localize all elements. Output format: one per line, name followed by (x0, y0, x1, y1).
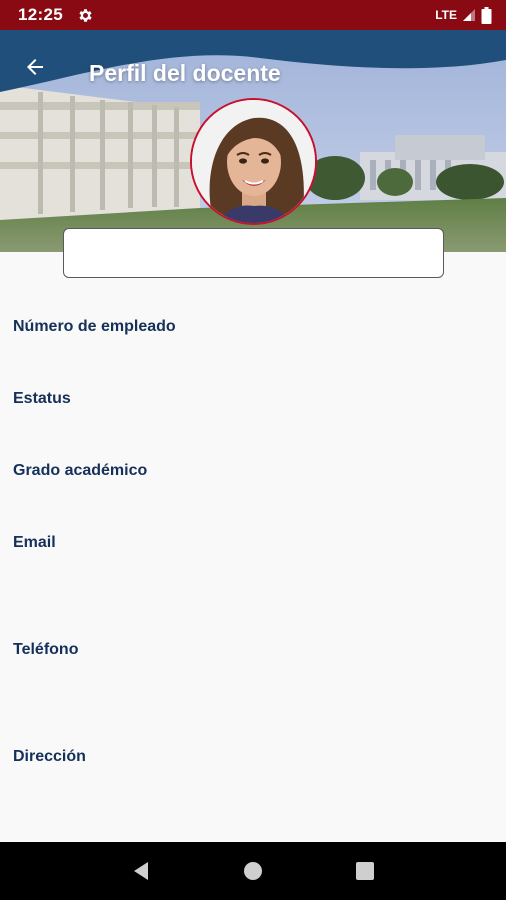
address-label: Dirección (13, 748, 86, 765)
academic-degree-label: Grado académico (13, 462, 148, 479)
page-title: Perfil del docente (89, 60, 281, 86)
nav-recents-button[interactable] (345, 851, 385, 891)
avatar (190, 98, 317, 225)
employee-number-label: Número de empleado (13, 318, 176, 335)
nav-back-button[interactable] (121, 851, 161, 891)
recents-square-icon (356, 862, 374, 880)
home-circle-icon (244, 862, 262, 880)
network-type: LTE (435, 8, 457, 22)
screen: 12:25 LTE Perfil del docente Número de e… (0, 0, 506, 900)
battery-icon (481, 6, 492, 24)
status-indicators: LTE (435, 6, 492, 24)
arrow-left-icon (27, 59, 43, 75)
teacher-photo (192, 100, 315, 223)
signal-icon (463, 9, 475, 21)
status-label: Estatus (13, 390, 71, 407)
teacher-name-field (63, 228, 444, 278)
status-bar: 12:25 LTE (0, 0, 506, 30)
gear-icon (79, 8, 92, 22)
phone-label: Teléfono (13, 641, 79, 658)
system-navigation-bar (0, 842, 506, 900)
back-triangle-icon (134, 862, 148, 880)
nav-home-button[interactable] (233, 851, 273, 891)
email-label: Email (13, 534, 56, 551)
status-time: 12:25 (18, 5, 63, 24)
back-button[interactable] (18, 50, 52, 84)
